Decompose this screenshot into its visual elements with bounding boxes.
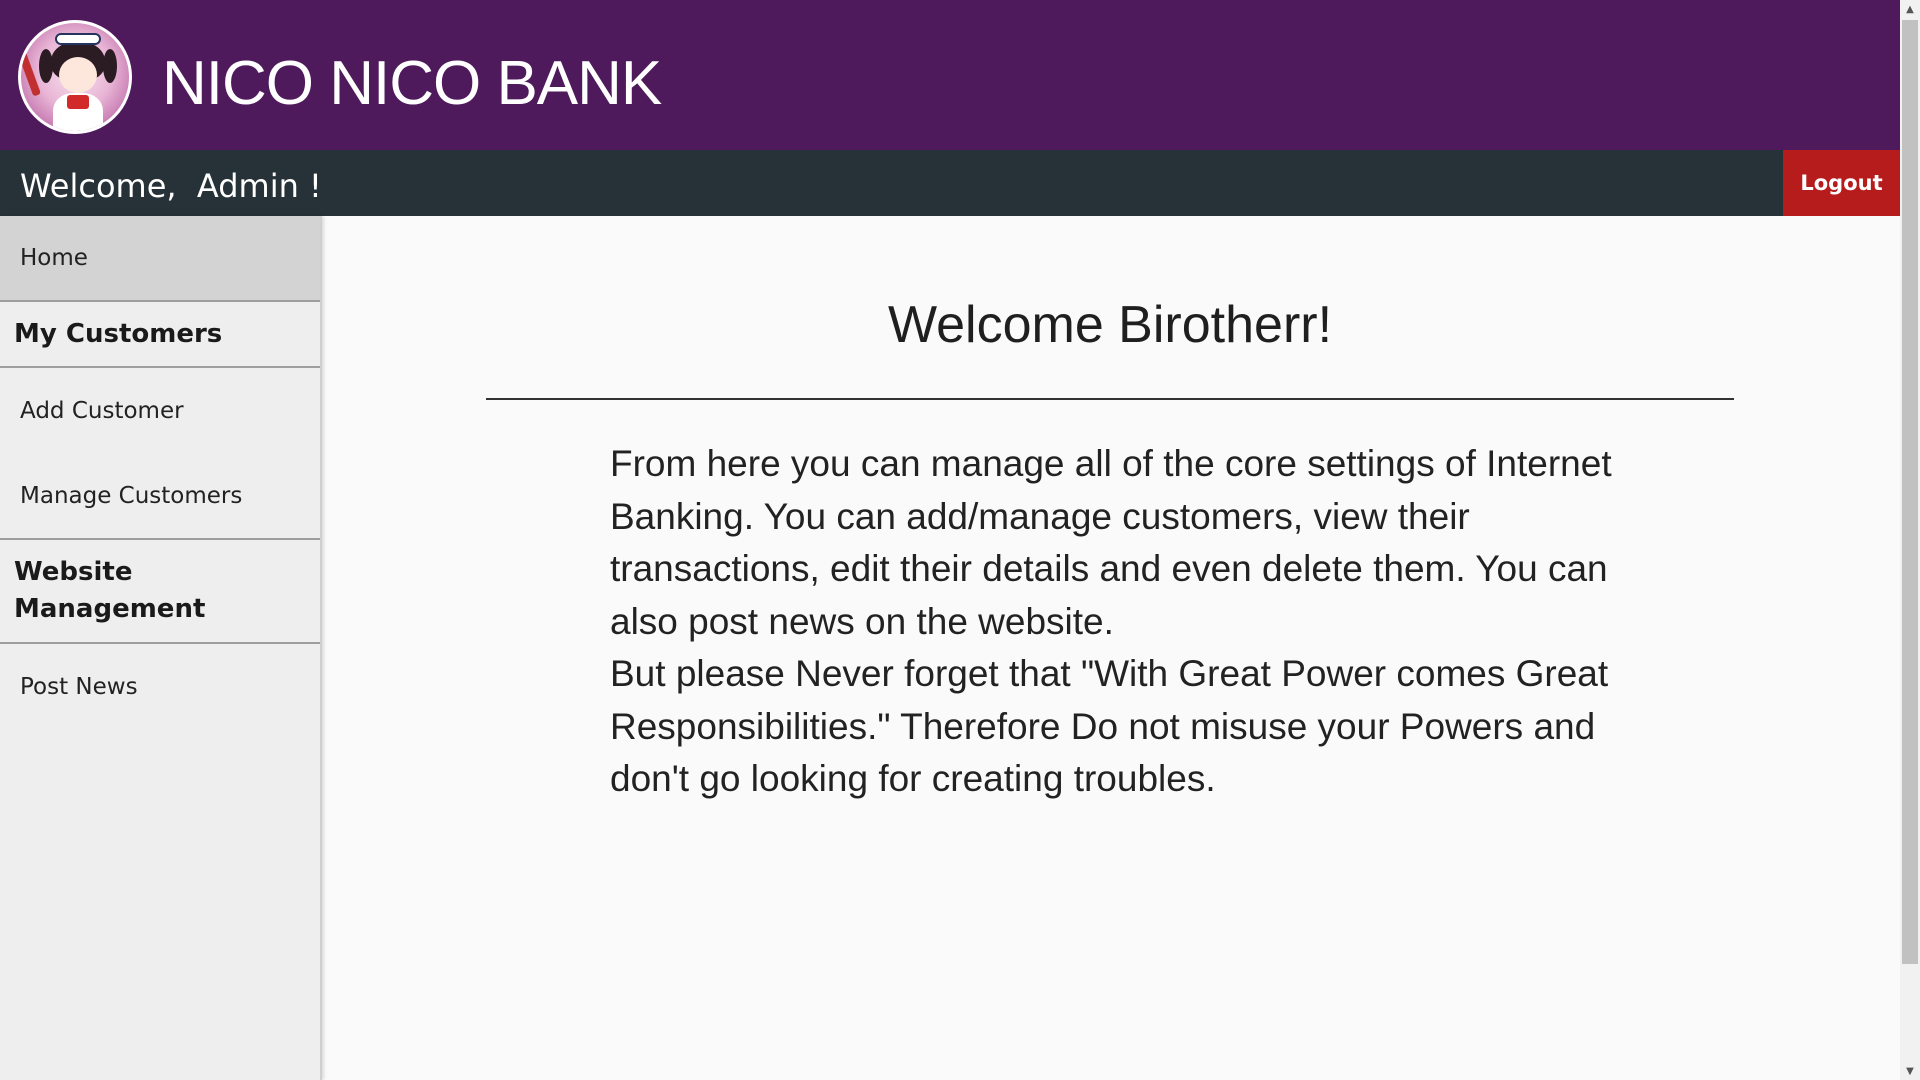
sidebar-heading-my-customers: My Customers <box>0 302 320 368</box>
scroll-down-arrow-icon[interactable]: ▼ <box>1900 1062 1920 1080</box>
logout-button[interactable]: Logout <box>1783 150 1900 216</box>
logo-stick-shape <box>21 37 42 97</box>
sidebar-heading-website-management: Website Management <box>0 540 320 644</box>
bank-mascot-logo-icon[interactable] <box>18 20 132 134</box>
scrollbar-thumb[interactable] <box>1902 20 1918 964</box>
sidebar-item-home[interactable]: Home <box>0 216 320 302</box>
welcome-paragraph-1: From here you can manage all of the core… <box>610 443 1612 642</box>
welcome-message: From here you can manage all of the core… <box>610 438 1630 806</box>
sidebar-item-manage-customers[interactable]: Manage Customers <box>0 454 320 540</box>
site-header: NICO NICO BANK <box>0 0 1900 150</box>
welcome-paragraph-2: But please Never forget that "With Great… <box>610 653 1609 799</box>
sidebar: Home My Customers Add Customer Manage Cu… <box>0 216 322 1080</box>
logo-hat <box>55 33 101 45</box>
logo-face <box>59 57 97 93</box>
scroll-up-arrow-icon[interactable]: ▲ <box>1900 0 1920 18</box>
sidebar-item-add-customer[interactable]: Add Customer <box>0 368 320 454</box>
sidebar-item-post-news[interactable]: Post News <box>0 644 320 730</box>
welcome-admin-text: Welcome, Admin ! <box>20 167 322 205</box>
brand-title: NICO NICO BANK <box>162 49 662 118</box>
logo-hair-tail-right <box>103 49 117 83</box>
website-management-label: Website Management <box>14 557 206 624</box>
page-title: Welcome Birotherr! <box>887 296 1333 354</box>
logo-scarf <box>67 95 89 109</box>
title-divider <box>486 398 1734 400</box>
